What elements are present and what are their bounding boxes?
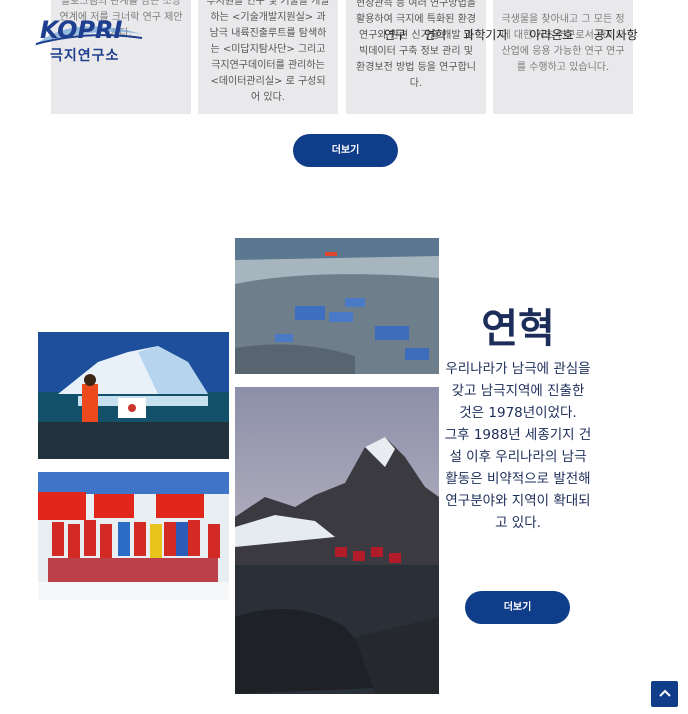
research-card-4: 극생물을 찾아내고 그 모든 정에 대한 기초 연구로서 바이오 산업에 응용 … xyxy=(493,0,633,114)
nav-item-research[interactable]: 연구 xyxy=(384,26,406,43)
station-aerial-photo xyxy=(235,238,439,374)
history-body: 우리나라가 남극에 관심을 갖고 남극지역에 진출한 것은 1978년이었다. … xyxy=(444,358,592,534)
card-text: 부지원을 연구 및 기술을 개발하는 <기술개발지원실> 과 남극 내륙진출루트… xyxy=(206,0,330,103)
main-nav: 연구 연혁 과학기지 아라온호 공지사항 xyxy=(384,26,658,43)
nav-item-history[interactable]: 연혁 xyxy=(424,26,446,43)
scroll-top-button[interactable] xyxy=(651,681,678,707)
nav-item-araon[interactable]: 아라온호 xyxy=(529,26,573,43)
nav-item-notice[interactable]: 공지사항 xyxy=(594,26,638,43)
expedition-team-photo xyxy=(38,472,229,600)
card-text: 극생물을 찾아내고 그 모든 정에 대한 기초 연구로서 바이오 산업에 응용 … xyxy=(501,14,625,73)
history-more-button[interactable]: 더보기 xyxy=(465,591,570,624)
history-title: 연혁 xyxy=(481,306,555,352)
history-paragraph-1: 우리나라가 남극에 관심을 갖고 남극지역에 진출한 것은 1978년이었다. xyxy=(445,361,591,421)
research-card-3: 현장관측 등 여러 연구방법을 활용하여 극지에 특화된 환경 연구와 관련 신… xyxy=(346,0,486,114)
more-button[interactable]: 더보기 xyxy=(293,134,398,167)
nav-item-stations[interactable]: 과학기지 xyxy=(463,26,507,43)
iceberg-photo xyxy=(38,332,229,459)
chevron-up-icon xyxy=(658,689,671,697)
research-card-2: 부지원을 연구 및 기술을 개발하는 <기술개발지원실> 과 남극 내륙진출루트… xyxy=(198,0,338,114)
history-paragraph-2: 그후 1988년 세종기지 건설 이후 우리나라의 남극활동은 비약적으로 발전… xyxy=(444,427,592,531)
logo-subtext: 극지연구소 xyxy=(50,48,120,64)
card-text: 현장관측 등 여러 연구방법을 활용하여 극지에 특화된 환경 연구와 관련 신… xyxy=(356,0,476,89)
arctic-village-photo xyxy=(235,387,439,694)
